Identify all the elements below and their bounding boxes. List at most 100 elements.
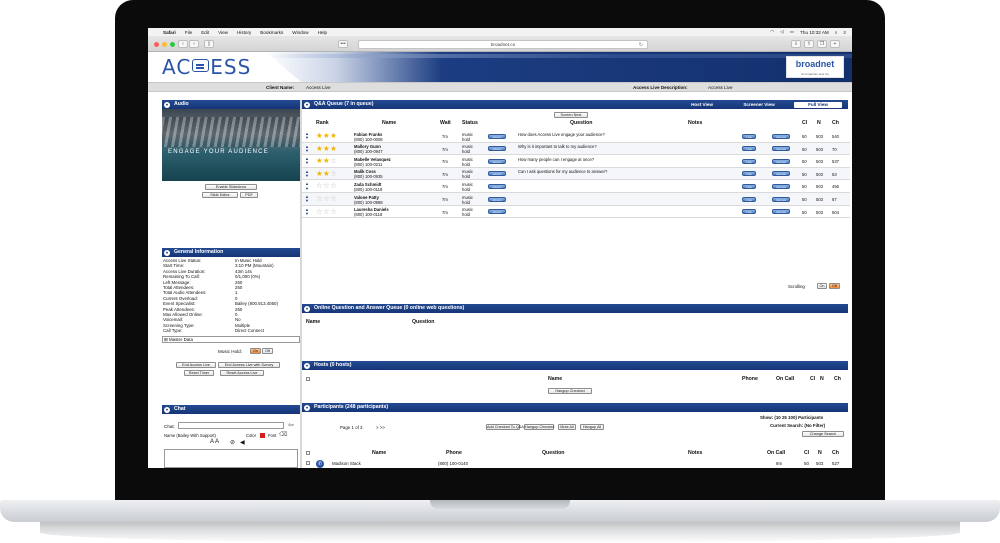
star-filled-icon[interactable]: ★ xyxy=(323,144,330,153)
col-rank[interactable]: Rank xyxy=(316,120,329,126)
online-col-question[interactable]: Question xyxy=(412,319,434,325)
star-filled-icon[interactable]: ★ xyxy=(330,131,337,140)
online-col-name[interactable]: Name xyxy=(306,319,320,325)
tabs-icon[interactable]: ❐ xyxy=(817,40,827,48)
participant-row[interactable]: ✆ Madison Stack (800) 100-0140 8m 50 503 527 xyxy=(302,458,848,468)
star-filled-icon[interactable]: ★ xyxy=(316,169,323,178)
chat-log[interactable] xyxy=(164,449,298,468)
slide-editor-button[interactable]: Slide Editor xyxy=(202,192,238,198)
battery-icon[interactable]: ▭ xyxy=(790,29,794,35)
queue-row[interactable]: ▲ ▼ ★★★ Mallory Gunn (800) 100-0947 7m music h… xyxy=(302,142,850,156)
move-up-down-icon[interactable]: ▲ ▼ xyxy=(305,131,309,140)
p-col-notes[interactable]: Notes xyxy=(688,450,702,456)
hosts-col-ch[interactable]: Ch xyxy=(834,376,841,382)
move-up-down-icon[interactable]: ▲ ▼ xyxy=(305,169,309,178)
color-swatch[interactable] xyxy=(260,433,265,438)
reset-access-live-button[interactable]: Reset Access Live xyxy=(220,370,264,376)
screen-button[interactable]: screen xyxy=(488,196,506,202)
star-empty-icon[interactable]: ☆ xyxy=(316,181,323,190)
show-count-label[interactable]: Show: (10 25 100) Participants xyxy=(760,415,823,420)
send-icon[interactable]: ⇦ xyxy=(288,421,294,429)
collapse-icon[interactable]: ▾ xyxy=(164,249,170,256)
star-filled-icon[interactable]: ★ xyxy=(330,144,337,153)
music-hold-off-button[interactable]: Off xyxy=(262,348,273,354)
expand-icon[interactable]: ⊞ xyxy=(164,337,168,343)
menu-file[interactable]: File xyxy=(185,30,192,35)
star-empty-icon[interactable]: ☆ xyxy=(323,194,330,203)
participants-select-all-checkbox[interactable] xyxy=(306,451,310,455)
screen-button[interactable]: screen xyxy=(488,133,506,139)
live-button[interactable]: Live xyxy=(742,209,756,215)
close-window-icon[interactable] xyxy=(154,42,159,47)
online-queue-header[interactable]: ▾ Online Question and Answer Queue (0 on… xyxy=(302,304,848,313)
remove-button[interactable]: remove xyxy=(772,209,790,215)
sidebar-icon[interactable]: ▯ xyxy=(204,40,214,48)
reload-icon[interactable]: ↻ xyxy=(639,41,643,49)
hosts-col-on-call[interactable]: On Call xyxy=(776,376,794,382)
hosts-select-all-checkbox[interactable] xyxy=(306,377,310,381)
forward-icon[interactable]: › xyxy=(189,40,199,48)
download-icon[interactable]: ⇩ xyxy=(791,40,801,48)
screen-button[interactable]: screen xyxy=(488,146,506,152)
star-empty-icon[interactable]: ☆ xyxy=(330,156,337,165)
move-up-down-icon[interactable]: ▲ ▼ xyxy=(305,156,309,165)
rank-stars[interactable]: ☆☆☆ xyxy=(316,182,337,190)
remove-button[interactable]: remove xyxy=(772,146,790,152)
screen-button[interactable]: screen xyxy=(488,209,506,215)
star-empty-icon[interactable]: ☆ xyxy=(330,169,337,178)
reset-timer-button[interactable]: Reset Timer xyxy=(184,370,214,376)
star-filled-icon[interactable]: ★ xyxy=(323,169,330,178)
clock[interactable]: Thu 10:32 AM xyxy=(800,30,829,35)
collapse-icon[interactable]: ▾ xyxy=(164,101,170,108)
remove-button[interactable]: remove xyxy=(772,171,790,177)
col-status[interactable]: Status xyxy=(462,120,478,126)
row-checkbox[interactable] xyxy=(306,461,310,465)
rank-stars[interactable]: ☆☆☆ xyxy=(316,207,337,216)
enable-slideshow-button[interactable]: Enable Slideshow xyxy=(205,184,257,190)
scrolling-off-button[interactable]: Off xyxy=(829,283,840,289)
col-name[interactable]: Name xyxy=(382,120,396,126)
chat-panel-header[interactable]: ▾ Chat xyxy=(162,405,300,414)
live-button[interactable]: Live xyxy=(742,183,756,189)
qa-queue-header[interactable]: ▾ Q&A Queue (7 in queue) Host View Scree… xyxy=(302,100,848,109)
tab-screener-view[interactable]: Screener View xyxy=(730,102,788,108)
p-col-phone[interactable]: Phone xyxy=(446,450,462,456)
col-ch[interactable]: Ch xyxy=(832,120,839,126)
star-filled-icon[interactable]: ★ xyxy=(323,156,330,165)
hosts-header[interactable]: ▾ Hosts (0 hosts) xyxy=(302,361,848,370)
star-filled-icon[interactable]: ★ xyxy=(323,131,330,140)
collapse-icon[interactable]: ▾ xyxy=(304,305,310,312)
rank-stars[interactable]: ★★★ xyxy=(316,144,337,153)
page-nav[interactable]: > >> xyxy=(376,425,385,430)
chat-input[interactable] xyxy=(178,422,284,429)
p-col-name[interactable]: Name xyxy=(372,450,386,456)
star-empty-icon[interactable]: ☆ xyxy=(330,194,337,203)
scrolling-on-button[interactable]: On xyxy=(817,283,827,289)
menu-help[interactable]: Help xyxy=(318,30,327,35)
hangup-all-button[interactable]: Hangup All xyxy=(580,424,604,430)
new-tab-icon[interactable]: + xyxy=(830,40,840,48)
live-button[interactable]: Live xyxy=(742,146,756,152)
phone-icon[interactable]: ✆ xyxy=(316,459,324,468)
rank-stars[interactable]: ★★☆ xyxy=(316,169,337,178)
hosts-hangup-checked-button[interactable]: Hangup Checked xyxy=(548,388,592,394)
wifi-icon[interactable]: ◠ xyxy=(770,29,774,35)
rank-stars[interactable]: ★★★ xyxy=(316,132,337,140)
menu-app-name[interactable]: Safari xyxy=(163,30,176,35)
live-button[interactable]: Live xyxy=(742,133,756,139)
hosts-col-name[interactable]: Name xyxy=(548,376,562,382)
move-up-down-icon[interactable]: ▲ ▼ xyxy=(305,207,309,216)
end-access-live-button[interactable]: End Access Live xyxy=(176,362,216,368)
end-with-survey-button[interactable]: End Access Live with Survey xyxy=(218,362,280,368)
queue-row[interactable]: ▲ ▼ ★★☆ Mabelle Velasquez (800) 100-0211 7m mu… xyxy=(302,155,850,168)
tab-host-view[interactable]: Host View xyxy=(682,102,722,108)
live-button[interactable]: Live xyxy=(742,171,756,177)
live-button[interactable]: Live xyxy=(742,196,756,202)
menu-list-icon[interactable]: ≡ xyxy=(843,30,846,35)
remove-button[interactable]: remove xyxy=(772,158,790,164)
star-empty-icon[interactable]: ☆ xyxy=(323,207,330,216)
p-col-question[interactable]: Question xyxy=(542,450,564,456)
star-filled-icon[interactable]: ★ xyxy=(316,131,323,140)
url-bar[interactable]: broadnet.co ↻ xyxy=(358,39,648,49)
rank-stars[interactable]: ★★☆ xyxy=(316,157,337,165)
